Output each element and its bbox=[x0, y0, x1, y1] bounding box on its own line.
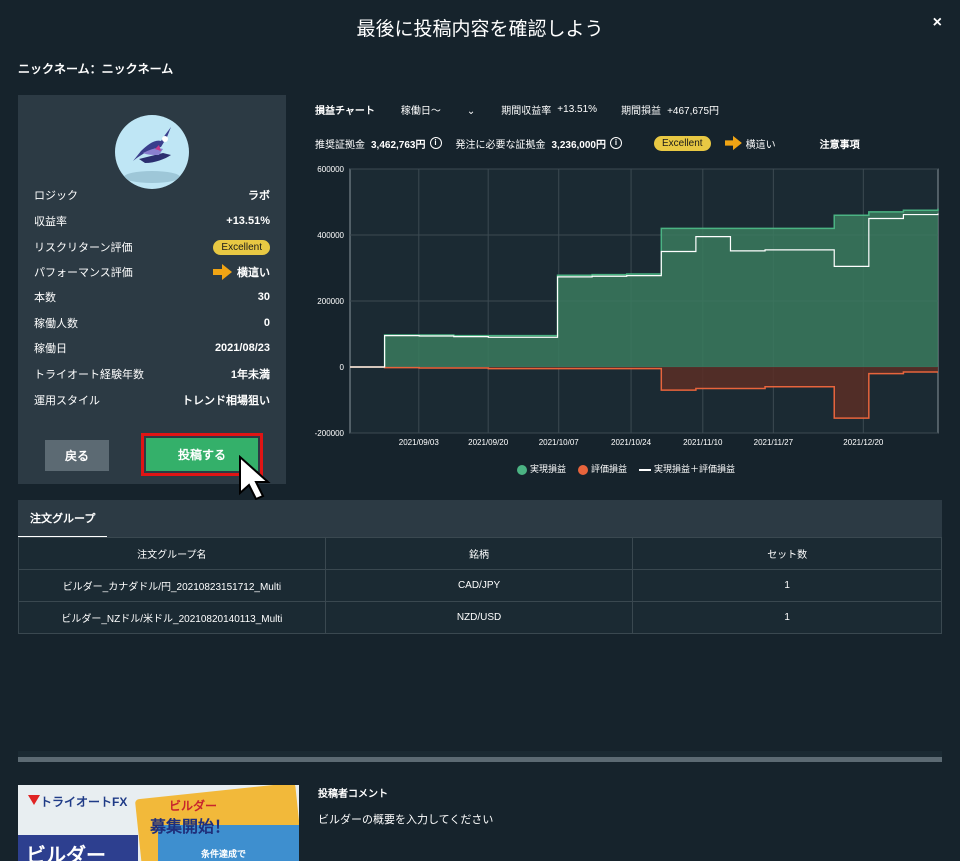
stat-label: リスクリターン評価 bbox=[34, 242, 133, 254]
cell-sets: 1 bbox=[632, 569, 942, 602]
order-group-panel: 注文グループ 注文グループ名 銘柄 セット数 ビルダー_カナダドル/円_2021… bbox=[18, 500, 942, 762]
stat-value: 横這い bbox=[237, 267, 270, 279]
chevron-down-icon: ⌄ bbox=[466, 106, 476, 117]
x-tick-label: 2021/11/27 bbox=[754, 438, 794, 445]
table-empty-area bbox=[18, 634, 942, 751]
banner-sub: 条件達成で bbox=[201, 849, 247, 859]
column-header: セット数 bbox=[632, 537, 942, 570]
tab-order-group[interactable]: 注文グループ bbox=[18, 500, 108, 537]
pointer-cursor-icon bbox=[239, 455, 271, 501]
stat-count: 本数 30 bbox=[34, 288, 270, 306]
period-pl-value: +467,675円 bbox=[667, 106, 720, 117]
stat-return-rate: 収益率 +13.51% bbox=[34, 212, 270, 230]
notes-link[interactable]: 注意事項 bbox=[820, 136, 860, 151]
info-icon[interactable]: i bbox=[429, 137, 442, 149]
nickname-line: ニックネーム：ニックネーム bbox=[18, 62, 174, 76]
stat-start-date: 稼働日 2021/08/23 bbox=[34, 339, 270, 357]
chart-header-row1: 損益チャート 稼働日〜 ⌄ 期間収益率 +13.51% 期間損益 +467,675… bbox=[315, 102, 719, 117]
x-tick-label: 2021/10/07 bbox=[539, 438, 580, 445]
stat-active-users: 稼働人数 0 bbox=[34, 314, 270, 332]
profile-card: ロジック ラボ 収益率 +13.51% リスクリターン評価 Excellent … bbox=[18, 95, 286, 484]
x-tick-label: 2021/09/20 bbox=[468, 438, 509, 445]
banner-side-text: ビルダー bbox=[26, 845, 106, 861]
stat-value: 1年未満 bbox=[230, 369, 270, 381]
stat-experience: トライオート経験年数 1年未満 bbox=[34, 365, 270, 383]
chart-legend: 実現損益 評価損益 実現損益＋評価損益 bbox=[517, 462, 735, 475]
chart-title: 損益チャート bbox=[315, 106, 375, 117]
x-tick-label: 2021/10/24 bbox=[611, 438, 652, 445]
stat-label: 運用スタイル bbox=[34, 395, 100, 407]
column-header: 銘柄 bbox=[324, 537, 634, 570]
y-tick-label: 0 bbox=[340, 363, 345, 372]
stat-label: 収益率 bbox=[34, 216, 67, 228]
excellent-badge: Excellent bbox=[654, 135, 711, 151]
stat-risk-return: リスクリターン評価 Excellent bbox=[34, 238, 270, 256]
stat-style: 運用スタイル トレンド相場狙い bbox=[34, 391, 270, 409]
order-group-table: 注文グループ名 銘柄 セット数 ビルダー_カナダドル/円_20210823151… bbox=[18, 537, 942, 634]
required-margin-label: 発注に必要な証拠金 bbox=[455, 139, 546, 151]
trend-label: 横這い bbox=[745, 139, 776, 151]
stat-value: 2021/08/23 bbox=[214, 342, 270, 354]
recommended-margin-value: 3,462,763円 bbox=[371, 139, 426, 151]
required-margin-value: 3,236,000円 bbox=[551, 139, 607, 151]
info-icon[interactable]: i bbox=[610, 137, 622, 149]
stat-label: 稼働日 bbox=[34, 343, 67, 355]
banner-logo: トライオートFX bbox=[40, 795, 128, 809]
stat-label: トライオート経験年数 bbox=[34, 369, 144, 381]
period-dropdown[interactable]: 稼働日〜 ⌄ bbox=[401, 102, 475, 117]
chart-header-row2: 推奨証拠金 3,462,763円 i 発注に必要な証拠金 3,236,000円 … bbox=[315, 135, 860, 151]
cell-name: ビルダー_カナダドル/円_20210823151712_Multi bbox=[18, 569, 326, 602]
bird-icon bbox=[124, 127, 180, 183]
banner-headline-2: 募集開始！ bbox=[150, 819, 231, 836]
y-tick-label: -200000 bbox=[315, 429, 345, 438]
excellent-badge: Excellent bbox=[213, 239, 270, 255]
y-tick-label: 200000 bbox=[317, 297, 344, 306]
table-row: ビルダー_NZドル/米ドル_20210820140113_Multi NZD/U… bbox=[18, 601, 942, 634]
period-rate-value: +13.51% bbox=[557, 104, 598, 115]
recommended-margin-label: 推奨証拠金 bbox=[315, 139, 365, 151]
stat-value: トレンド相場狙い bbox=[182, 395, 270, 407]
stat-label: ロジック bbox=[34, 190, 78, 202]
stat-value: ラボ bbox=[248, 190, 270, 202]
stat-logic: ロジック ラボ bbox=[34, 186, 270, 204]
period-rate-label: 期間収益率 bbox=[501, 106, 552, 117]
back-button[interactable]: 戻る bbox=[45, 440, 109, 471]
promo-banner[interactable]: トライオートFX ビルダー 募集開始！ 条件達成で ビルダー bbox=[18, 785, 299, 861]
comment-label: 投稿者コメント bbox=[318, 789, 388, 800]
close-icon[interactable]: × bbox=[933, 14, 942, 32]
table-header-row: 注文グループ名 銘柄 セット数 bbox=[18, 537, 942, 570]
legend-realized[interactable]: 実現損益 bbox=[517, 462, 566, 475]
pl-chart: 600000 400000 200000 0 -200000 2021/09/03 2021… bbox=[315, 165, 939, 445]
column-header: 注文グループ名 bbox=[18, 537, 326, 570]
period-pl-label: 期間損益 bbox=[621, 106, 662, 117]
stat-label: パフォーマンス評価 bbox=[34, 267, 133, 279]
x-tick-label: 2021/11/10 bbox=[683, 438, 723, 445]
stat-value: 30 bbox=[257, 291, 270, 303]
x-tick-label: 2021/09/03 bbox=[399, 438, 440, 445]
legend-total[interactable]: 実現損益＋評価損益 bbox=[639, 462, 735, 475]
cell-name: ビルダー_NZドル/米ドル_20210820140113_Multi bbox=[18, 601, 326, 634]
cell-symbol: CAD/JPY bbox=[324, 569, 634, 602]
legend-unrealized[interactable]: 評価損益 bbox=[578, 462, 627, 475]
arrow-right-icon bbox=[724, 135, 742, 151]
stat-label: 稼働人数 bbox=[34, 318, 78, 330]
x-tick-label: 2021/12/20 bbox=[843, 438, 884, 445]
y-tick-label: 600000 bbox=[317, 165, 344, 174]
cell-symbol: NZD/USD bbox=[324, 601, 634, 634]
arrow-right-icon bbox=[213, 264, 232, 280]
table-row: ビルダー_カナダドル/円_20210823151712_Multi CAD/JP… bbox=[18, 569, 942, 602]
cell-sets: 1 bbox=[632, 601, 942, 634]
comment-text[interactable]: ビルダーの概要を入力してください bbox=[318, 811, 493, 827]
stat-label: 本数 bbox=[34, 292, 56, 304]
stat-performance: パフォーマンス評価 横這い bbox=[34, 263, 270, 281]
banner-headline-1: ビルダー bbox=[169, 799, 218, 813]
stat-value: +13.51% bbox=[226, 215, 270, 227]
stat-value: 0 bbox=[263, 317, 270, 329]
y-tick-label: 400000 bbox=[317, 231, 344, 240]
modal-title: 最後に投稿内容を確認しよう bbox=[356, 19, 604, 40]
avatar bbox=[115, 115, 189, 189]
